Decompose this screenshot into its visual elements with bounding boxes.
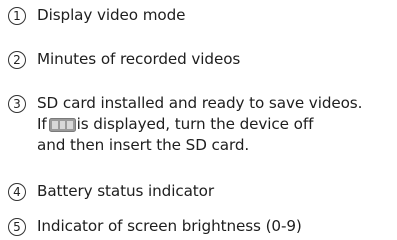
item-text: SD card installed and ready to save vide… <box>37 94 363 112</box>
item-text: Indicator of screen brightness (0-9) <box>37 217 302 235</box>
item-description: Display video mode <box>37 5 389 26</box>
item-text: Minutes of recorded videos <box>37 50 241 68</box>
item-text: If <box>37 115 47 133</box>
item-description: Battery status indicator <box>37 181 389 202</box>
number-marker: 1 <box>8 7 26 25</box>
item-text: Battery status indicator <box>37 182 214 200</box>
number-marker: 2 <box>8 51 26 69</box>
item-description: Indicator of screen brightness (0-9) <box>37 216 389 237</box>
item-text-with-icon: If is displayed, turn the device off <box>37 114 389 135</box>
item-text: is displayed, turn the device off <box>76 115 314 133</box>
item-text: and then insert the SD card. <box>37 136 250 154</box>
number-marker: 5 <box>8 218 26 236</box>
sd-card-icon <box>48 117 76 132</box>
item-description: Minutes of recorded videos <box>37 49 389 70</box>
item-text: Display video mode <box>37 6 186 24</box>
number-marker: 4 <box>8 183 26 201</box>
number-marker: 3 <box>8 95 26 113</box>
item-description: SD card installed and ready to save vide… <box>37 93 389 156</box>
